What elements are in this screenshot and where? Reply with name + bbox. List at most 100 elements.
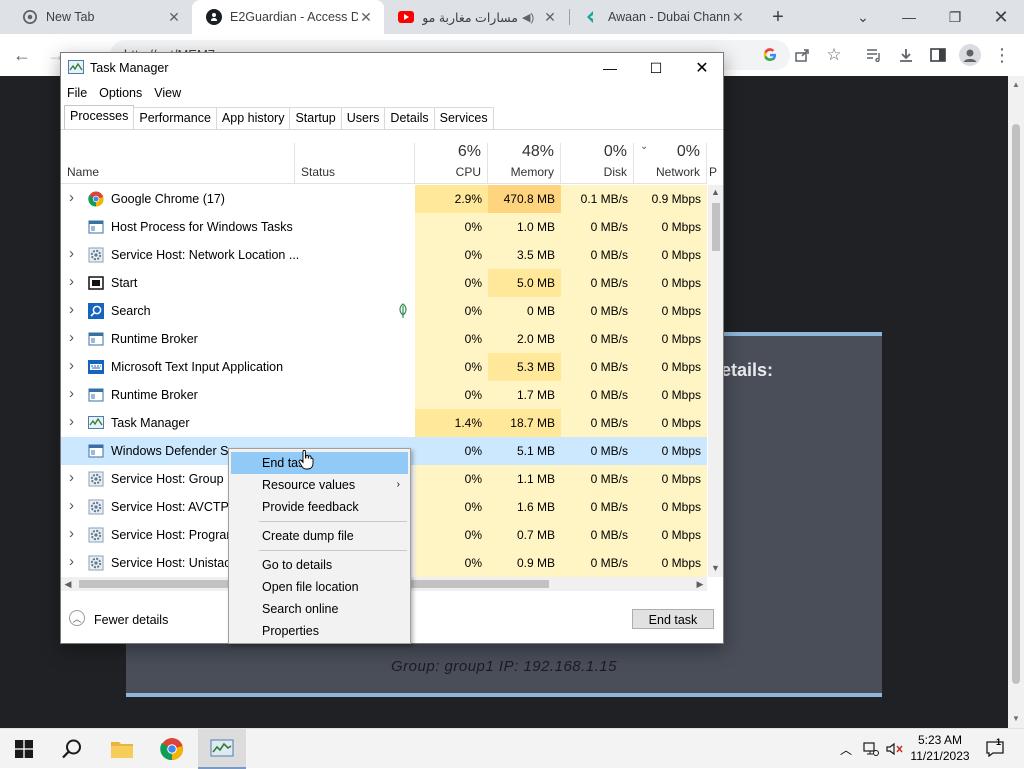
close-tab-icon[interactable]: ✕ (166, 9, 182, 26)
process-row[interactable]: › Service Host: Network Location ... 0% 3.5… (61, 241, 707, 269)
expand-chevron-icon[interactable]: › (69, 413, 77, 430)
chevron-up-icon[interactable]: ︿ (69, 610, 85, 626)
column-header-status[interactable]: Status (295, 143, 415, 183)
tab-startup[interactable]: Startup (289, 107, 342, 129)
column-header-name[interactable]: Name (61, 143, 295, 183)
menu-item-create-dump-file[interactable]: Create dump file (231, 525, 408, 547)
taskbar-chrome[interactable] (148, 729, 196, 769)
close-button[interactable]: ✕ (679, 53, 725, 83)
expand-chevron-icon[interactable]: › (69, 469, 77, 486)
scroll-up-arrow-icon[interactable]: ▲ (708, 187, 723, 197)
system-clock[interactable]: 5:23 AM 11/21/2023 (904, 732, 976, 764)
minimize-button[interactable]: — (587, 53, 633, 83)
menu-item-resource-values[interactable]: Resource values › (231, 474, 408, 496)
tab-awaan[interactable]: Awaan - Dubai Chann ✕ (570, 0, 756, 34)
volume-muted-icon[interactable] (884, 729, 906, 769)
expand-chevron-icon[interactable]: › (69, 553, 77, 570)
vscroll-thumb[interactable] (712, 203, 720, 251)
expand-chevron-icon[interactable]: › (69, 245, 77, 262)
page-scrollbar[interactable]: ▲ ▼ (1008, 76, 1024, 728)
process-list-vscrollbar[interactable]: ▲ ▼ (708, 185, 723, 577)
process-row[interactable]: › Runtime Broker 0% 2.0 MB 0 MB/s 0 Mbps (61, 325, 707, 353)
maximize-button[interactable]: ☐ (633, 53, 679, 83)
tab-processes[interactable]: Processes (64, 105, 135, 129)
column-header-network[interactable]: ⌄ 0% Network (634, 141, 707, 183)
column-header-disk[interactable]: 0% Disk (561, 143, 634, 183)
close-tab-icon[interactable]: ✕ (542, 9, 558, 26)
minimize-button[interactable]: — (886, 0, 932, 34)
cell-memory: 1.1 MB (488, 465, 561, 493)
tab-youtube[interactable]: مسارات مغاربة مو ◀) ✕ (384, 0, 568, 34)
menu-item-search-online[interactable]: Search online (231, 598, 408, 620)
expand-chevron-icon[interactable]: › (69, 525, 77, 542)
expand-chevron-icon[interactable]: › (69, 385, 77, 402)
tab-performance[interactable]: Performance (133, 107, 217, 129)
column-header-power[interactable]: P (707, 143, 723, 183)
scroll-up-arrow-icon[interactable]: ▲ (1012, 80, 1020, 89)
close-tab-icon[interactable]: ✕ (730, 9, 746, 26)
more-menu-icon[interactable]: ⋮ (990, 43, 1014, 67)
menu-item-open-file-location[interactable]: Open file location (231, 576, 408, 598)
expand-chevron-icon[interactable]: › (69, 497, 77, 514)
network-icon[interactable] (860, 729, 882, 769)
new-tab-button[interactable]: + (766, 5, 790, 29)
google-icon[interactable] (758, 43, 782, 67)
side-panel-icon[interactable] (926, 43, 950, 67)
expand-chevron-icon[interactable]: › (69, 329, 77, 346)
close-tab-icon[interactable]: ✕ (358, 9, 374, 26)
tab-users[interactable]: Users (340, 107, 386, 129)
scroll-down-arrow-icon[interactable]: ▼ (708, 563, 723, 573)
expand-chevron-icon[interactable]: › (69, 189, 77, 206)
scroll-right-arrow-icon[interactable]: ▶ (693, 577, 707, 591)
process-row[interactable]: › Task Manager 1.4% 18.7 MB 0 MB/s 0 Mbps (61, 409, 707, 437)
taskbar-search-button[interactable] (48, 729, 96, 769)
tray-chevron-up-icon[interactable]: ︿ (836, 729, 856, 769)
process-row[interactable]: › Start 0% 5.0 MB 0 MB/s 0 Mbps (61, 269, 707, 297)
menu-item-go-to-details[interactable]: Go to details (231, 554, 408, 576)
bookmark-star-icon[interactable]: ☆ (822, 43, 846, 67)
taskbar-file-explorer[interactable] (98, 729, 146, 769)
menu-view[interactable]: View (148, 83, 187, 105)
menu-item-provide-feedback[interactable]: Provide feedback (231, 496, 408, 518)
tab-search-chevron-icon[interactable]: ⌄ (840, 0, 886, 34)
menu-item-end-task[interactable]: End task (231, 452, 408, 474)
tab-app-history[interactable]: App history (215, 107, 291, 129)
fewer-details-link[interactable]: Fewer details (94, 613, 168, 627)
expand-chevron-icon[interactable]: › (69, 357, 77, 374)
menu-options[interactable]: Options (93, 83, 148, 105)
process-row[interactable]: › Search 0% 0 MB 0 MB/s 0 Mbps (61, 297, 707, 325)
process-row[interactable]: › Google Chrome (17) 2.9% 470.8 MB 0.1 MB/s 0… (61, 185, 707, 213)
audio-playing-icon[interactable]: ◀) (522, 11, 538, 24)
tab-e2guardian[interactable]: E2Guardian - Access D ✕ (192, 0, 384, 34)
end-task-button[interactable]: End task (632, 609, 714, 629)
profile-avatar-icon[interactable] (958, 43, 982, 67)
download-icon[interactable] (894, 43, 918, 67)
taskbar-task-manager[interactable] (198, 729, 246, 769)
share-icon[interactable] (790, 43, 814, 67)
notifications-button[interactable]: 1 (982, 729, 1008, 769)
scroll-left-arrow-icon[interactable]: ◀ (61, 577, 75, 591)
menu-item-properties[interactable]: Properties (231, 620, 408, 642)
process-row[interactable]: › Runtime Broker 0% 1.7 MB 0 MB/s 0 Mbps (61, 381, 707, 409)
expand-chevron-icon[interactable]: › (69, 301, 77, 318)
back-arrow-icon[interactable]: ← (10, 43, 34, 67)
expand-chevron-icon[interactable]: › (69, 273, 77, 290)
scroll-down-arrow-icon[interactable]: ▼ (1012, 714, 1020, 723)
process-row[interactable]: › Microsoft Text Input Application 0% 5.3 M… (61, 353, 707, 381)
tab-services[interactable]: Services (433, 107, 494, 129)
column-header-memory[interactable]: 48% Memory (488, 143, 561, 183)
cell-disk: 0 MB/s (561, 465, 634, 493)
tab-new-tab[interactable]: New Tab ✕ (8, 0, 192, 34)
process-name: Service Host: Program (111, 528, 237, 542)
cell-disk: 0 MB/s (561, 353, 634, 381)
close-button[interactable]: ✕ (978, 0, 1024, 34)
tab-details[interactable]: Details (384, 107, 435, 129)
menu-file[interactable]: File (61, 83, 93, 105)
page-scrollbar-thumb[interactable] (1012, 124, 1020, 684)
start-button[interactable] (0, 729, 48, 769)
reading-list-icon[interactable] (862, 43, 886, 67)
process-row[interactable]: Host Process for Windows Tasks 0% 1.0 MB 0 … (61, 213, 707, 241)
task-manager-titlebar[interactable]: Task Manager — ☐ ✕ (61, 53, 723, 83)
column-header-cpu[interactable]: 6% CPU (415, 143, 488, 183)
restore-button[interactable]: ❐ (932, 0, 978, 34)
